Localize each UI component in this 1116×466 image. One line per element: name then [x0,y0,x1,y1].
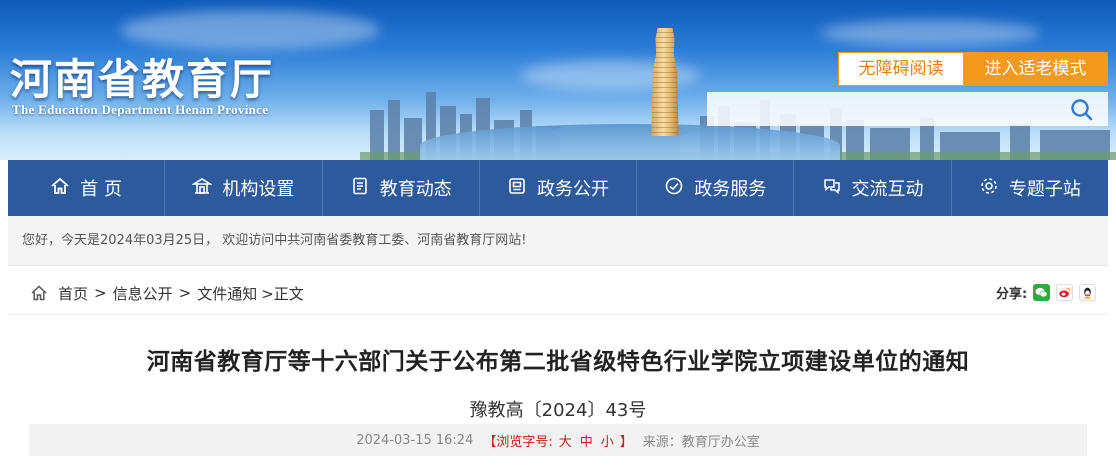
nav-item-home[interactable]: 首 页 [8,160,166,216]
qq-icon[interactable] [1079,283,1097,301]
nav-item-special-sites[interactable]: 专题子站 [952,160,1108,216]
font-size-small-button[interactable]: 小 [601,431,614,450]
article-title: 河南省教育厅等十六部门关于公布第二批省级特色行业学院立项建设单位的通知 [146,349,970,375]
nav-label: 专题子站 [1008,179,1081,200]
search-icon[interactable] [1068,96,1096,124]
site-subtitle: The Education Department Henan Province [12,102,269,117]
building-icon [191,176,214,201]
weibo-icon[interactable] [1056,283,1074,301]
service-icon [664,176,684,201]
font-size-suffix: 】 [619,434,633,450]
elder-mode-button[interactable]: 进入适老模式 [963,52,1108,86]
article-source: 来源：教育厅办公室 [642,434,760,450]
breadcrumb-home-link[interactable]: 首页 [58,283,88,304]
news-icon [350,176,370,201]
gear-icon [979,176,999,201]
chat-icon [822,176,842,201]
breadcrumb-file-notice-link[interactable]: 文件通知 [197,283,257,304]
font-size-prefix: 【浏览字号: [483,434,553,450]
article-meta-bar: 2024-03-15 16:24 【浏览字号: 大 中 小 】 来源：教育厅办公… [29,424,1087,456]
nav-label: 政务服务 [694,179,767,200]
breadcrumb: 首页 > 信息公开 > 文件通知 >正文 [30,282,304,304]
accessibility-reading-button[interactable]: 无障碍阅读 [838,52,964,86]
share-bar: 分享: [996,282,1097,302]
breadcrumb-current: >正文 [261,284,304,303]
nav-label: 交流互动 [851,179,924,200]
main-nav: 首 页 机构设置 教育动态 政务公开 政务服务 交流互动 专题子站 [8,160,1108,216]
site-title: 河南省教育厅 [10,55,275,104]
publish-date: 2024-03-15 16:24 [356,432,474,448]
nav-label: 教育动态 [379,179,452,200]
font-size-large-button[interactable]: 大 [559,431,572,450]
nav-item-organization[interactable]: 机构设置 [165,160,323,216]
lake-illustration [420,124,840,160]
document-number: 豫教高〔2024〕43号 [469,400,647,421]
document-icon [507,176,527,201]
wechat-icon[interactable] [1033,283,1051,301]
nav-label: 机构设置 [222,179,295,200]
nav-item-government-services[interactable]: 政务服务 [637,160,795,216]
welcome-bar: 您好，今天是2024年03月25日， 欢迎访问中共河南省委教育工委、河南省教育厅… [8,216,1108,266]
nav-item-government-affairs[interactable]: 政务公开 [480,160,638,216]
home-icon [30,284,48,302]
divider [8,314,1108,315]
breadcrumb-info-open-link[interactable]: 信息公开 [113,283,173,304]
breadcrumb-separator: > [178,284,192,302]
search-input[interactable] [707,92,1108,126]
nav-item-interaction[interactable]: 交流互动 [794,160,952,216]
nav-item-education-news[interactable]: 教育动态 [323,160,480,216]
breadcrumb-separator: > [94,284,107,302]
share-label: 分享: [996,286,1028,302]
nav-label: 政务公开 [536,179,609,200]
home-icon [50,176,70,201]
font-size-medium-button[interactable]: 中 [580,431,593,450]
nav-label: 首 页 [80,179,122,200]
